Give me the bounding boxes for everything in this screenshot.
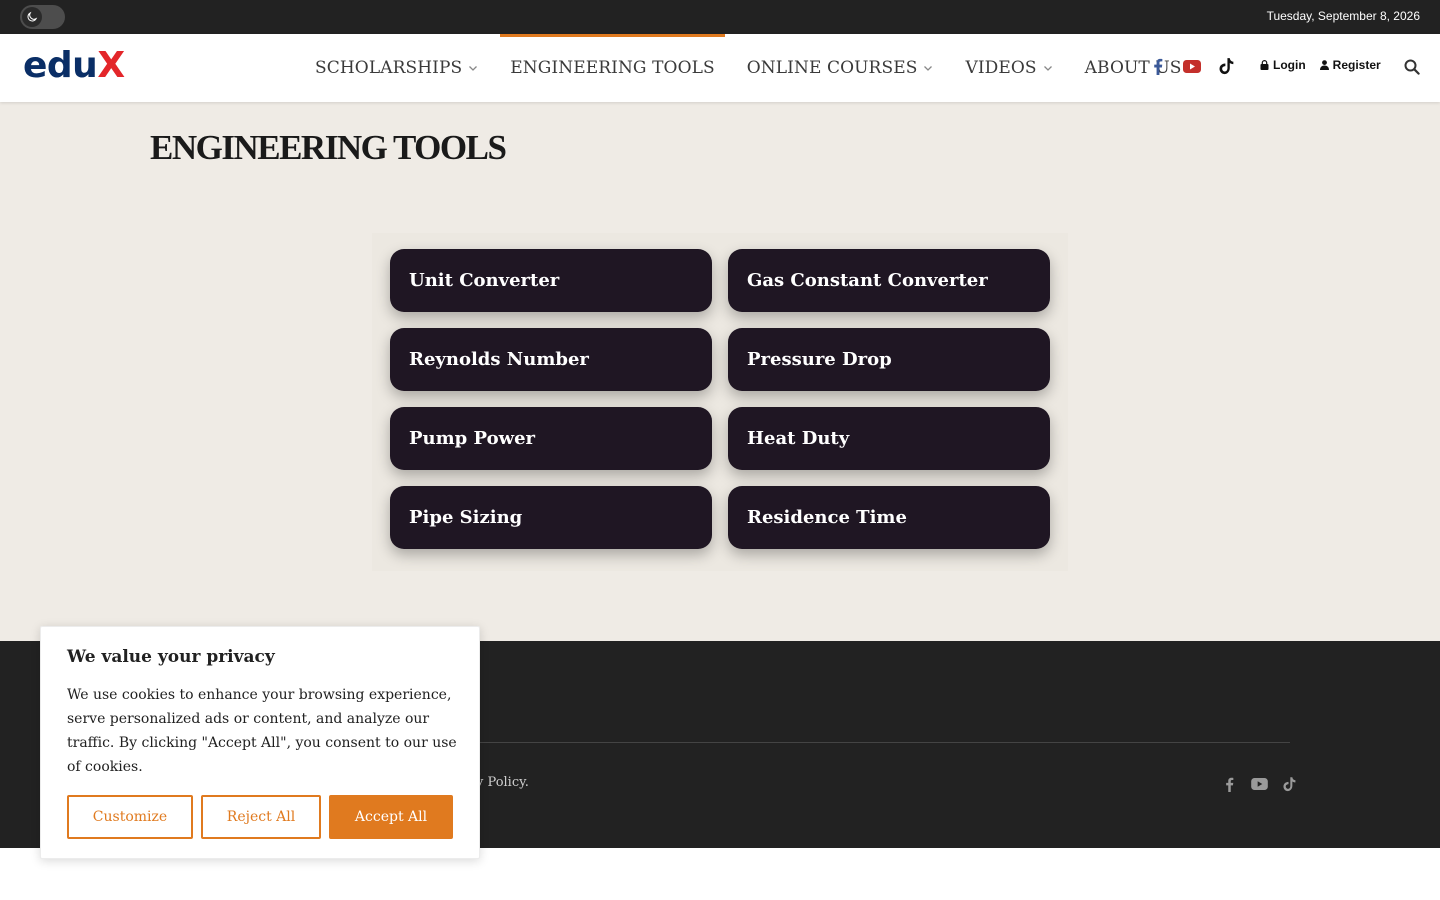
tool-heat-duty-button[interactable]: Heat Duty — [728, 407, 1050, 470]
login-link[interactable]: Login — [1260, 58, 1306, 72]
nav-item-online-courses[interactable]: ONLINE COURSES — [731, 34, 950, 102]
tool-reynolds-number-button[interactable]: Reynolds Number — [390, 328, 712, 391]
register-link[interactable]: Register — [1319, 58, 1381, 72]
dark-mode-toggle[interactable] — [20, 5, 65, 29]
moon-icon — [22, 7, 42, 27]
user-icon — [1319, 60, 1329, 70]
top-bar: Tuesday, September 8, 2026 — [0, 0, 1440, 34]
main-nav: SCHOLARSHIPS ENGINEERING TOOLS ONLINE CO… — [299, 34, 1198, 102]
cookie-consent-banner: We value your privacy We use cookies to … — [40, 626, 480, 859]
site-logo[interactable]: eduX — [23, 46, 125, 86]
nav-item-scholarships[interactable]: SCHOLARSHIPS — [299, 34, 494, 102]
cookie-description: We use cookies to enhance your browsing … — [67, 687, 457, 775]
tool-pressure-drop-button[interactable]: Pressure Drop — [728, 328, 1050, 391]
main-content: ENGINEERING TOOLS Unit Converter Gas Con… — [0, 102, 1440, 641]
search-button[interactable] — [1404, 59, 1420, 75]
logo-text-edu: edu — [23, 45, 98, 86]
chevron-down-icon — [923, 63, 933, 73]
auth-links: Login Register — [1260, 58, 1381, 72]
chevron-down-icon — [468, 63, 478, 73]
customize-button[interactable]: Customize — [67, 795, 193, 839]
tiktok-icon[interactable] — [1216, 56, 1236, 76]
footer-social-links — [1220, 775, 1298, 793]
tool-gas-constant-converter-button[interactable]: Gas Constant Converter — [728, 249, 1050, 312]
page-title: ENGINEERING TOOLS — [150, 128, 507, 167]
tool-unit-converter-button[interactable]: Unit Converter — [390, 249, 712, 312]
tool-pipe-sizing-button[interactable]: Pipe Sizing — [390, 486, 712, 549]
tools-grid: Unit Converter Gas Constant Converter Re… — [372, 233, 1068, 571]
footer-copyright: y Policy. — [476, 775, 529, 790]
register-label: Register — [1332, 58, 1381, 72]
site-header: eduX SCHOLARSHIPS ENGINEERING TOOLS ONLI… — [0, 34, 1440, 102]
search-icon — [1404, 59, 1420, 75]
header-social-links — [1148, 56, 1236, 76]
chevron-down-icon — [1043, 63, 1053, 73]
tool-residence-time-button[interactable]: Residence Time — [728, 486, 1050, 549]
nav-label: ENGINEERING TOOLS — [510, 58, 715, 78]
tiktok-icon[interactable] — [1280, 775, 1298, 793]
current-date: Tuesday, September 8, 2026 — [1266, 9, 1420, 23]
facebook-icon[interactable] — [1220, 775, 1238, 793]
accept-all-button[interactable]: Accept All — [329, 795, 453, 839]
nav-label: SCHOLARSHIPS — [315, 58, 463, 78]
login-label: Login — [1273, 58, 1306, 72]
cookie-title: We value your privacy — [67, 647, 275, 667]
nav-item-engineering-tools[interactable]: ENGINEERING TOOLS — [494, 34, 731, 102]
nav-label: VIDEOS — [965, 58, 1037, 78]
youtube-icon[interactable] — [1250, 775, 1268, 793]
tool-pump-power-button[interactable]: Pump Power — [390, 407, 712, 470]
reject-all-button[interactable]: Reject All — [201, 795, 321, 839]
lock-icon — [1260, 60, 1269, 70]
youtube-icon[interactable] — [1182, 56, 1202, 76]
nav-label: ONLINE COURSES — [746, 58, 918, 78]
nav-item-videos[interactable]: VIDEOS — [949, 34, 1068, 102]
cookie-actions: Customize Reject All Accept All — [67, 795, 453, 839]
logo-text-x: X — [97, 45, 125, 86]
facebook-icon[interactable] — [1148, 56, 1168, 76]
